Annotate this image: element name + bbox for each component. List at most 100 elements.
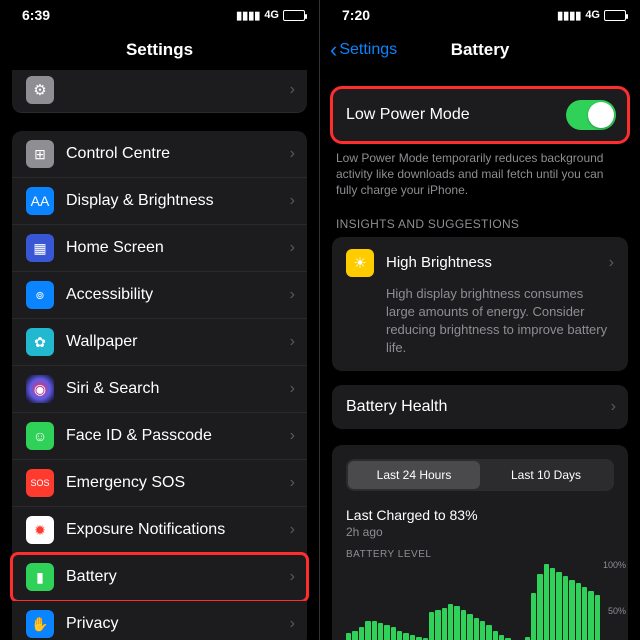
list-item-label: Emergency SOS: [66, 474, 290, 492]
chart-bar: [448, 604, 453, 640]
navbar: Settings: [0, 30, 319, 70]
chart-bar: [544, 564, 549, 640]
chevron-right-icon: ›: [290, 615, 295, 633]
chart-bar: [365, 621, 370, 640]
last-charged-line: Last Charged to 83%: [332, 501, 628, 523]
chart-bar: [410, 635, 415, 640]
axis-100: 100%: [603, 560, 626, 570]
list-item-display-brightness[interactable]: AADisplay & Brightness›: [12, 178, 307, 225]
chart-bar: [569, 580, 574, 640]
list-item-label: Home Screen: [66, 239, 290, 257]
sos-icon: SOS: [26, 469, 54, 497]
battery-health-row[interactable]: Battery Health ›: [332, 385, 628, 429]
chevron-right-icon: ›: [290, 568, 295, 586]
back-label: Settings: [339, 41, 397, 59]
low-power-toggle[interactable]: [566, 100, 616, 130]
list-item[interactable]: ⚙ ›: [12, 70, 307, 113]
chart-bar: [595, 595, 600, 640]
list-item-control-centre[interactable]: ⊞Control Centre›: [12, 131, 307, 178]
chevron-right-icon: ›: [290, 333, 295, 351]
battery-icon: [604, 10, 626, 21]
list-item-exposure-notifications[interactable]: ✹ Exposure Notifications›: [12, 507, 307, 554]
chart-bar: [493, 631, 498, 640]
chevron-right-icon: ›: [609, 254, 614, 272]
status-time: 6:39: [22, 7, 50, 23]
chart-bar: [531, 593, 536, 640]
chart-bar: [391, 627, 396, 640]
chart-bar: [550, 568, 555, 640]
list-item-accessibility[interactable]: ๏Accessibility›: [12, 272, 307, 319]
chart-bar: [576, 583, 581, 640]
list-item-emergency-sos[interactable]: SOSEmergency SOS›: [12, 460, 307, 507]
signal-icon: ▮▮▮▮: [236, 9, 260, 22]
privacy-icon: ✋: [26, 610, 54, 638]
chart-bar: [346, 633, 351, 640]
battery-health-label: Battery Health: [346, 398, 611, 416]
navbar: ‹ Settings Battery: [320, 30, 640, 70]
low-power-mode-row[interactable]: Low Power Mode: [332, 88, 628, 142]
axis-50: 50%: [608, 606, 626, 616]
chevron-left-icon: ‹: [330, 39, 337, 61]
display-icon: AA: [26, 187, 54, 215]
chart-bar: [397, 631, 402, 640]
chevron-right-icon: ›: [290, 521, 295, 539]
chart-bar: [537, 574, 542, 640]
chart-bar: [442, 608, 447, 640]
insights-header: INSIGHTS AND SUGGESTIONS: [320, 199, 640, 237]
chart-label: BATTERY LEVEL: [332, 539, 628, 564]
chevron-right-icon: ›: [611, 398, 616, 416]
list-item-home-screen[interactable]: ▦Home Screen›: [12, 225, 307, 272]
battery-screen: 7:20 ▮▮▮▮ 4G ‹ Settings Battery Low Powe…: [320, 0, 640, 640]
list-item-label: Exposure Notifications: [66, 521, 290, 539]
signal-icon: ▮▮▮▮: [557, 9, 581, 22]
siri-icon: ◉: [26, 375, 54, 403]
list-item-battery[interactable]: ▮Battery›: [12, 554, 307, 601]
general-icon: ⚙: [26, 76, 54, 104]
faceid-icon: ☺: [26, 422, 54, 450]
chart-bar: [416, 637, 421, 640]
battery-chart: 100% 50%: [346, 564, 600, 640]
network-label: 4G: [585, 9, 600, 21]
chart-bar: [352, 631, 357, 640]
list-item-siri-search[interactable]: ◉ Siri & Search›: [12, 366, 307, 413]
chart-bar: [403, 633, 408, 640]
time-range-segmented[interactable]: Last 24 Hours Last 10 Days: [346, 459, 614, 491]
chart-bar: [556, 572, 561, 640]
status-time: 7:20: [342, 7, 370, 23]
chart-bar: [467, 614, 472, 640]
chevron-right-icon: ›: [290, 427, 295, 445]
list-item-label: Siri & Search: [66, 380, 290, 398]
insight-title: High Brightness: [386, 254, 609, 271]
seg-last-10d[interactable]: Last 10 Days: [480, 461, 612, 489]
list-item-face-id-passcode[interactable]: ☺Face ID & Passcode›: [12, 413, 307, 460]
exposure-icon: ✹: [26, 516, 54, 544]
insight-card[interactable]: ☀ High Brightness › High display brightn…: [332, 237, 628, 372]
list-item-label: Wallpaper: [66, 333, 290, 351]
chart-bar: [378, 623, 383, 640]
seg-last-24h[interactable]: Last 24 Hours: [348, 461, 480, 489]
status-bar: 7:20 ▮▮▮▮ 4G: [320, 0, 640, 30]
back-button[interactable]: ‹ Settings: [330, 39, 397, 61]
home-screen-icon: ▦: [26, 234, 54, 262]
low-power-section: Low Power Mode: [320, 88, 640, 142]
list-item-label: Display & Brightness: [66, 192, 290, 210]
chart-bar: [359, 627, 364, 640]
chart-bar: [563, 576, 568, 640]
list-item-label: Accessibility: [66, 286, 290, 304]
chevron-right-icon: ›: [290, 286, 295, 304]
list-item-privacy[interactable]: ✋Privacy›: [12, 601, 307, 640]
chart-bar: [461, 610, 466, 640]
settings-group: ⊞Control Centre› AA Display & Brightness › ▦…: [12, 131, 307, 640]
chart-bar: [588, 591, 593, 640]
list-item-wallpaper[interactable]: ✿Wallpaper›: [12, 319, 307, 366]
brightness-icon: ☀: [346, 249, 374, 277]
chart-bar: [480, 621, 485, 640]
chevron-right-icon: ›: [290, 81, 295, 99]
chart-bar: [454, 606, 459, 640]
page-title: Battery: [451, 40, 510, 60]
status-bar: 6:39 ▮▮▮▮ 4G: [0, 0, 319, 30]
chart-bar: [384, 625, 389, 640]
chevron-right-icon: ›: [290, 380, 295, 398]
settings-list: ⚙ › ⊞Control Centre› AA Display & Brightne…: [0, 70, 319, 640]
list-item-label: Battery: [66, 568, 290, 586]
